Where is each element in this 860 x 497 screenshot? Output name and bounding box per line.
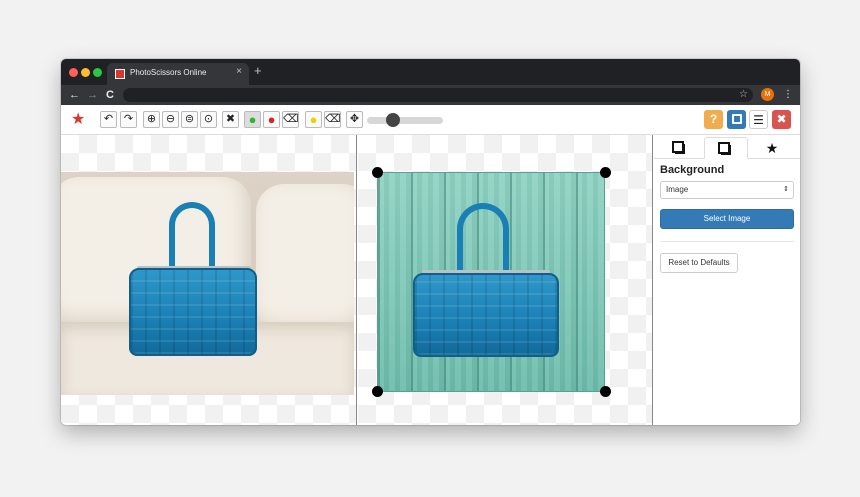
panel-divider xyxy=(660,241,794,242)
editor-workspace: ★ Background Image ⇕ Select Image Reset … xyxy=(61,135,800,425)
remove-marker-icon: ● xyxy=(267,112,276,127)
background-marker-button[interactable]: ● xyxy=(263,111,280,128)
result-preview-pane[interactable] xyxy=(358,135,653,425)
minimize-window-dot[interactable] xyxy=(81,68,90,77)
new-tab-button[interactable]: + xyxy=(254,64,262,77)
panel-tabs: ★ xyxy=(654,135,800,159)
brush-size-slider[interactable] xyxy=(367,117,443,124)
hair-marker-icon: ● xyxy=(309,112,318,127)
help-button[interactable]: ? xyxy=(704,110,723,129)
redo-button[interactable]: ↷ xyxy=(120,111,137,128)
tab-foreground[interactable] xyxy=(658,137,702,159)
profile-avatar[interactable]: M xyxy=(761,88,774,101)
result-bag-handle xyxy=(457,203,509,277)
app-logo-icon: ★ xyxy=(71,111,86,128)
layers-front-icon xyxy=(672,140,685,154)
clear-markers-button[interactable]: ✖ xyxy=(222,111,239,128)
reload-button[interactable]: C xyxy=(106,88,114,102)
handbag xyxy=(129,268,257,356)
browser-tab-strip: PhotoScissors Online × + xyxy=(61,59,800,85)
zoom-fit-button[interactable]: ⊙ xyxy=(200,111,217,128)
bookmark-star-icon[interactable]: ☆ xyxy=(739,89,748,101)
hair-marker-button[interactable]: ● xyxy=(305,111,322,128)
tab-background[interactable] xyxy=(704,137,748,159)
original-image-pane[interactable] xyxy=(61,135,357,425)
floppy-disk-icon xyxy=(731,114,742,125)
tab-title: PhotoScissors Online xyxy=(130,68,207,77)
browser-menu-icon[interactable]: ⋮ xyxy=(783,88,793,102)
select-image-button[interactable]: Select Image xyxy=(660,209,794,229)
resize-handle-bottom-right[interactable] xyxy=(600,386,611,397)
settings-panel: ★ Background Image ⇕ Select Image Reset … xyxy=(654,135,800,425)
close-window-dot[interactable] xyxy=(69,68,78,77)
background-type-value: Image xyxy=(666,185,689,194)
tab-effects[interactable]: ★ xyxy=(750,137,794,159)
menu-button[interactable]: ☰ xyxy=(749,110,768,129)
layers-back-icon xyxy=(718,141,731,155)
move-tool-button[interactable]: ✥ xyxy=(346,111,363,128)
editor-toolbar: ★ ↶ ↷ ⊕ ⊖ ⊜ ⊙ ✖ ● ● ⌫ ● ⌫ ✥ ? ☰ ✖ xyxy=(61,105,800,135)
forward-button[interactable]: → xyxy=(87,88,98,102)
back-button[interactable]: ← xyxy=(69,88,80,102)
tab-close-icon[interactable]: × xyxy=(236,66,242,77)
url-input[interactable] xyxy=(123,88,753,102)
close-editor-button[interactable]: ✖ xyxy=(772,110,791,129)
hair-eraser-button[interactable]: ⌫ xyxy=(324,111,341,128)
undo-button[interactable]: ↶ xyxy=(100,111,117,128)
photoscissors-favicon-icon xyxy=(115,69,125,79)
zoom-actual-size-button[interactable]: ⊜ xyxy=(181,111,198,128)
panel-heading: Background xyxy=(660,164,725,176)
background-type-select[interactable]: Image ⇕ xyxy=(660,181,794,199)
zoom-in-button[interactable]: ⊕ xyxy=(143,111,160,128)
resize-handle-bottom-left[interactable] xyxy=(372,386,383,397)
brush-size-slider-thumb[interactable] xyxy=(385,113,400,127)
sofa-cushion-right xyxy=(256,184,354,334)
foreground-marker-button[interactable]: ● xyxy=(244,111,261,128)
reset-defaults-button[interactable]: Reset to Defaults xyxy=(660,253,738,273)
resize-handle-top-right[interactable] xyxy=(600,167,611,178)
browser-window: PhotoScissors Online × + ← → C ☆ M ⋮ ★ ↶… xyxy=(61,59,800,425)
original-photo xyxy=(61,172,354,395)
browser-address-bar: ← → C ☆ M ⋮ xyxy=(61,85,800,105)
star-icon: ★ xyxy=(765,140,779,156)
bag-handle xyxy=(169,202,215,272)
resize-handle-top-left[interactable] xyxy=(372,167,383,178)
keep-marker-icon: ● xyxy=(248,112,257,127)
select-arrows-icon: ⇕ xyxy=(783,186,789,193)
eraser-button[interactable]: ⌫ xyxy=(282,111,299,128)
maximize-window-dot[interactable] xyxy=(93,68,102,77)
save-button[interactable] xyxy=(727,110,746,129)
result-handbag xyxy=(413,273,559,357)
browser-tab[interactable]: PhotoScissors Online × xyxy=(107,63,249,85)
zoom-out-button[interactable]: ⊖ xyxy=(162,111,179,128)
